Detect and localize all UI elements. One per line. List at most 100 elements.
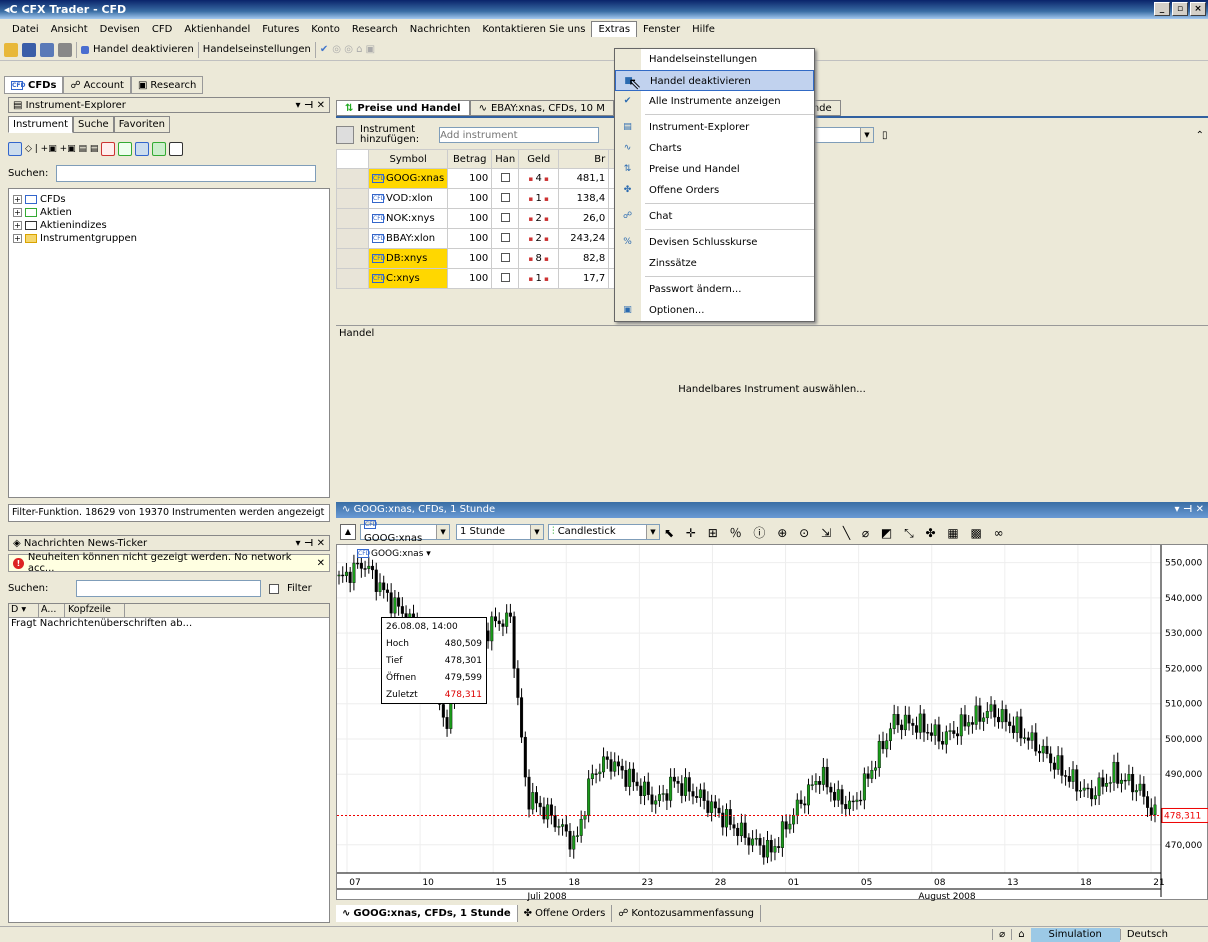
- row-handle[interactable]: [336, 268, 369, 289]
- amount-cell[interactable]: 100: [447, 268, 493, 289]
- symbol-cell[interactable]: CFDDB:xnys: [367, 248, 449, 269]
- instrument-dropdown[interactable]: ▼: [814, 127, 874, 143]
- checkbox[interactable]: [500, 192, 510, 202]
- symbol-cell[interactable]: CFDGOOG:xnas: [367, 168, 449, 189]
- menu-item-optionen-[interactable]: ▣ Optionen...: [615, 300, 814, 321]
- fx-filter-icon[interactable]: [101, 142, 116, 156]
- tab-ebay-chart[interactable]: ∿ EBAY:xnas, CFDs, 10 M: [469, 100, 614, 116]
- col-headline[interactable]: Kopfzeile: [65, 604, 125, 617]
- trade-checkbox-cell[interactable]: [491, 188, 520, 209]
- menu-item-preise-und-handel[interactable]: ⇅ Preise und Handel: [615, 159, 814, 180]
- menu-item-devisen-schlusskurse[interactable]: % Devisen Schlusskurse: [615, 232, 814, 253]
- chart-style-select[interactable]: ⫶ Candlestick ▼: [548, 524, 660, 540]
- filter-icons[interactable]: ◇ | +▣ +▣ ▤ ▤: [25, 144, 98, 154]
- menu-extras[interactable]: Extras: [591, 21, 638, 37]
- bottom-tab[interactable]: ☍ Kontozusammenfassung: [612, 904, 761, 922]
- collapse-icon[interactable]: ⌃: [1196, 130, 1204, 141]
- trade-checkbox-cell[interactable]: [491, 268, 520, 289]
- maximize-button[interactable]: ▫: [1172, 2, 1188, 16]
- amount-cell[interactable]: 100: [447, 248, 493, 269]
- cfd-filter2-icon[interactable]: [135, 142, 150, 156]
- interval-select[interactable]: 1 Stunde ▼: [456, 524, 544, 540]
- symbol-cell[interactable]: CFDBBAY:xlon: [367, 228, 449, 249]
- checkbox[interactable]: [500, 232, 510, 242]
- bid-cell[interactable]: 82,8: [558, 248, 610, 269]
- tree-item[interactable]: + Aktien: [9, 206, 329, 219]
- menu-ansicht[interactable]: Ansicht: [45, 22, 94, 37]
- menu-item-charts[interactable]: ∿ Charts: [615, 138, 814, 159]
- info-filter-icon[interactable]: [169, 142, 184, 156]
- print-icon[interactable]: [58, 42, 72, 57]
- column-header[interactable]: Han: [491, 149, 520, 169]
- trade-checkbox-cell[interactable]: [491, 168, 520, 189]
- close-button[interactable]: ×: [1190, 2, 1206, 16]
- bid-cell[interactable]: 138,4: [558, 188, 610, 209]
- check-icon[interactable]: ✔: [320, 44, 328, 55]
- price-chart[interactable]: 550,000 540,000 530,000 520,000 510,000 500,0…: [337, 545, 1208, 902]
- menu-hilfe[interactable]: Hilfe: [686, 22, 721, 37]
- expand-icon[interactable]: +: [13, 195, 22, 204]
- amount-cell[interactable]: 100: [447, 228, 493, 249]
- row-handle[interactable]: [336, 228, 369, 249]
- stock-filter-icon[interactable]: [152, 142, 167, 156]
- symbol-cell[interactable]: CFDVOD:xlon: [367, 188, 449, 209]
- tree-item[interactable]: + Instrumentgruppen: [9, 232, 329, 245]
- symbol-cell[interactable]: CFDNOK:xnys: [367, 208, 449, 229]
- column-header[interactable]: Br: [558, 149, 610, 169]
- deactivate-trading-button[interactable]: Handel deaktivieren: [93, 44, 194, 55]
- column-header[interactable]: Betrag: [447, 149, 493, 169]
- symbol-cell[interactable]: CFDC:xnys: [367, 268, 449, 289]
- explorer-search-input[interactable]: [56, 165, 316, 182]
- close-icon[interactable]: ✕: [317, 558, 325, 569]
- row-handle[interactable]: [336, 188, 369, 209]
- expand-icon[interactable]: +: [13, 208, 22, 217]
- tab-instrument[interactable]: Instrument: [8, 116, 74, 133]
- open-folder-icon[interactable]: [4, 42, 18, 57]
- tab-prices-trade[interactable]: ⇅ Preise und Handel: [336, 100, 470, 116]
- menu-item-zinssätze[interactable]: Zinssätze: [615, 253, 814, 274]
- bid-cell[interactable]: 17,7: [558, 268, 610, 289]
- menu-kontaktieren-sie-uns[interactable]: Kontaktieren Sie uns: [476, 22, 591, 37]
- chart-tools[interactable]: ⬉ ✛ ⊞ ％ ⓘ ⊕ ⊙ ⇲ ╲ ⌀ ◩ ⤡ ✤ ▦ ▩ ∞: [664, 524, 1008, 541]
- filter-checkbox[interactable]: [269, 583, 279, 594]
- menu-item-handelseinstellungen[interactable]: Handelseinstellungen: [615, 49, 814, 70]
- menu-aktienhandel[interactable]: Aktienhandel: [178, 22, 256, 37]
- bid-cell[interactable]: 26,0: [558, 208, 610, 229]
- row-handle[interactable]: [336, 208, 369, 229]
- trade-settings-button[interactable]: Handelseinstellungen: [203, 44, 311, 55]
- tab-account[interactable]: ☍ Account: [63, 76, 131, 94]
- tab-suche[interactable]: Suche: [73, 116, 114, 133]
- checkbox[interactable]: [500, 272, 510, 282]
- minimize-button[interactable]: _: [1154, 2, 1170, 16]
- amount-cell[interactable]: 100: [447, 188, 493, 209]
- add-instrument-input[interactable]: [439, 127, 600, 143]
- column-header[interactable]: Geld: [518, 149, 560, 169]
- col-author[interactable]: A...: [39, 604, 65, 617]
- trade-checkbox-cell[interactable]: [491, 228, 520, 249]
- menu-item-alle-instrumente-anzeigen[interactable]: ✔ Alle Instrumente anzeigen: [615, 91, 814, 112]
- column-header[interactable]: Symbol: [367, 149, 449, 169]
- checkbox[interactable]: [500, 212, 510, 222]
- amount-cell[interactable]: 100: [447, 208, 493, 229]
- collapse-up-icon[interactable]: ▲: [340, 524, 356, 540]
- tab-favoriten[interactable]: Favoriten: [113, 116, 171, 133]
- menu-cfd[interactable]: CFD: [146, 22, 178, 37]
- menu-item-offene-orders[interactable]: ✤ Offene Orders: [615, 180, 814, 201]
- save-all-icon[interactable]: [40, 42, 54, 57]
- bottom-tab[interactable]: ✤ Offene Orders: [518, 904, 613, 922]
- menu-fenster[interactable]: Fenster: [637, 22, 686, 37]
- chart-instrument-label[interactable]: CFDGOOG:xnas ▾: [357, 549, 431, 559]
- panel-controls[interactable]: ▾ ⊣ ✕: [295, 100, 329, 111]
- panel-controls[interactable]: ▾ ⊣ ✕: [1174, 502, 1208, 518]
- page-icon[interactable]: ▯: [882, 130, 888, 141]
- menu-item-instrument-explorer[interactable]: ▤ Instrument-Explorer: [615, 117, 814, 138]
- trade-checkbox-cell[interactable]: [491, 248, 520, 269]
- instrument-select[interactable]: CFD GOOG:xnas ▼: [360, 519, 450, 544]
- tab-cfds[interactable]: CFD CFDs: [4, 76, 64, 94]
- news-search-input[interactable]: [76, 580, 261, 597]
- tree-item[interactable]: + Aktienindizes: [9, 219, 329, 232]
- trade-checkbox-cell[interactable]: [491, 208, 520, 229]
- menu-konto[interactable]: Konto: [305, 22, 346, 37]
- menu-item-chat[interactable]: ☍ Chat: [615, 206, 814, 227]
- menu-nachrichten[interactable]: Nachrichten: [404, 22, 477, 37]
